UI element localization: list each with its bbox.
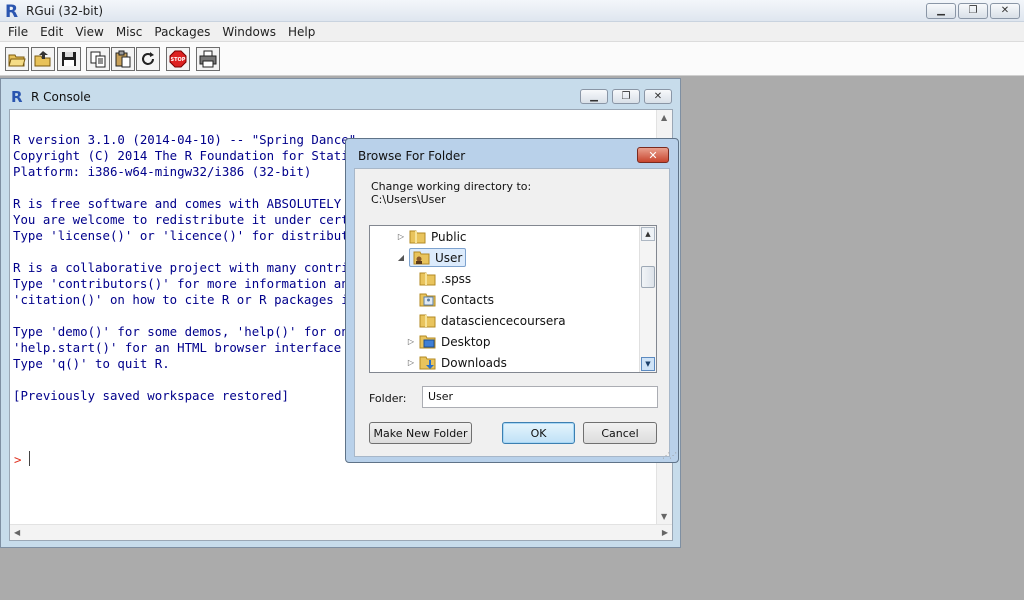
tree-item-label: Desktop bbox=[441, 334, 491, 349]
tree-item-spss[interactable]: .spss bbox=[406, 268, 471, 289]
cancel-button[interactable]: Cancel bbox=[583, 422, 657, 444]
scroll-left-arrow-icon[interactable]: ◀ bbox=[14, 528, 20, 537]
scroll-up-arrow-icon[interactable]: ▲ bbox=[661, 113, 667, 122]
tree-item-label: Contacts bbox=[441, 292, 494, 307]
scroll-down-arrow-icon[interactable]: ▼ bbox=[641, 357, 655, 371]
print-button[interactable] bbox=[196, 47, 220, 71]
folder-icon bbox=[409, 230, 426, 244]
load-workspace-icon bbox=[34, 51, 51, 67]
scroll-up-arrow-icon[interactable]: ▲ bbox=[641, 227, 655, 241]
tree-item-label: .spss bbox=[441, 271, 472, 286]
app-title: RGui (32-bit) bbox=[26, 4, 104, 18]
load-workspace-button[interactable] bbox=[31, 47, 55, 71]
tree-item-contacts[interactable]: Contacts bbox=[406, 289, 494, 310]
tree-item-user[interactable]: ◢ User bbox=[396, 247, 467, 268]
console-maximize-button[interactable]: ❐ bbox=[612, 89, 640, 104]
folder-field-label: Folder: bbox=[369, 392, 407, 405]
close-icon: ✕ bbox=[648, 148, 658, 162]
menu-misc[interactable]: Misc bbox=[110, 22, 149, 41]
toolbar: STOP bbox=[0, 42, 1024, 76]
menu-file[interactable]: File bbox=[2, 22, 34, 41]
paste-icon bbox=[115, 50, 131, 68]
scroll-right-arrow-icon[interactable]: ▶ bbox=[662, 528, 668, 537]
console-titlebar: R R Console ▁ ❐ ✕ bbox=[1, 79, 680, 111]
tree-item-label: Public bbox=[431, 229, 467, 244]
menu-packages[interactable]: Packages bbox=[148, 22, 216, 41]
minimize-icon: ▁ bbox=[590, 90, 598, 102]
minimize-button[interactable]: ▁ bbox=[926, 3, 956, 19]
text-cursor bbox=[29, 451, 30, 466]
svg-text:STOP: STOP bbox=[171, 57, 186, 63]
tree-item-downloads[interactable]: ▷ Downloads bbox=[406, 352, 507, 372]
tree-item-selection: User bbox=[409, 248, 467, 267]
tree-item-public[interactable]: ▷ Public bbox=[396, 226, 467, 247]
close-button[interactable]: ✕ bbox=[990, 3, 1020, 19]
folder-input[interactable]: User bbox=[422, 386, 658, 408]
refresh-icon bbox=[142, 52, 154, 65]
svg-text:R: R bbox=[11, 88, 23, 104]
restore-icon: ❐ bbox=[621, 90, 631, 102]
contacts-folder-icon bbox=[419, 293, 436, 307]
folder-icon bbox=[419, 314, 436, 328]
scroll-down-arrow-icon[interactable]: ▼ bbox=[661, 512, 667, 521]
printer-icon bbox=[199, 50, 217, 68]
tree-item-desktop[interactable]: ▷ Desktop bbox=[406, 331, 491, 352]
folder-tree[interactable]: ▷ Public ◢ User .spss Contacts datascien… bbox=[369, 225, 657, 373]
open-folder-icon bbox=[8, 54, 26, 67]
copy-button[interactable] bbox=[86, 47, 110, 71]
open-script-button[interactable] bbox=[5, 47, 29, 71]
collapse-icon[interactable]: ◢ bbox=[396, 253, 406, 262]
folder-icon bbox=[419, 272, 436, 286]
maximize-button[interactable]: ❐ bbox=[958, 3, 988, 19]
menu-windows[interactable]: Windows bbox=[216, 22, 282, 41]
stop-button[interactable]: STOP bbox=[166, 47, 190, 71]
desktop-folder-icon bbox=[419, 335, 436, 349]
console-title: R Console bbox=[31, 90, 91, 104]
user-folder-icon bbox=[413, 251, 430, 265]
downloads-folder-icon bbox=[419, 356, 436, 370]
floppy-disk-icon bbox=[62, 52, 76, 66]
restore-icon: ❐ bbox=[968, 5, 978, 16]
scrollbar-thumb[interactable] bbox=[641, 266, 655, 288]
tree-item-label: datasciencecoursera bbox=[441, 313, 566, 328]
expand-icon[interactable]: ▷ bbox=[396, 232, 406, 241]
console-prompt: > bbox=[14, 452, 22, 467]
app-titlebar: R RGui (32-bit) ▁ ❐ ✕ bbox=[0, 0, 1024, 22]
browse-for-folder-dialog: Browse For Folder ✕ Change working direc… bbox=[345, 138, 679, 463]
dialog-message: Change working directory to: C:\Users\Us… bbox=[371, 180, 531, 206]
dialog-message-path: C:\Users\User bbox=[371, 193, 446, 206]
menu-help[interactable]: Help bbox=[282, 22, 321, 41]
stop-sign-icon: STOP bbox=[169, 50, 187, 68]
expand-icon[interactable]: ▷ bbox=[406, 337, 416, 346]
r-logo-icon: R bbox=[5, 2, 18, 19]
expand-icon[interactable]: ▷ bbox=[406, 358, 416, 367]
console-horizontal-scrollbar[interactable]: ◀ ▶ bbox=[10, 524, 672, 540]
console-close-button[interactable]: ✕ bbox=[644, 89, 672, 104]
copy-paste-button[interactable] bbox=[136, 47, 160, 71]
tree-vertical-scrollbar[interactable]: ▲ ▼ bbox=[639, 226, 656, 372]
menu-edit[interactable]: Edit bbox=[34, 22, 69, 41]
make-new-folder-button[interactable]: Make New Folder bbox=[369, 422, 472, 444]
copy-icon bbox=[90, 51, 106, 68]
dialog-body: Change working directory to: C:\Users\Us… bbox=[354, 168, 670, 457]
paste-button[interactable] bbox=[111, 47, 135, 71]
minimize-icon: ▁ bbox=[937, 5, 945, 16]
ok-button[interactable]: OK bbox=[502, 422, 575, 444]
dialog-title: Browse For Folder bbox=[358, 149, 466, 163]
console-minimize-button[interactable]: ▁ bbox=[580, 89, 608, 104]
menubar: File Edit View Misc Packages Windows Hel… bbox=[0, 22, 1024, 42]
save-workspace-button[interactable] bbox=[57, 47, 81, 71]
close-icon: ✕ bbox=[1000, 5, 1010, 16]
tree-item-label: User bbox=[435, 250, 463, 265]
svg-text:R: R bbox=[5, 2, 18, 19]
r-logo-icon: R bbox=[11, 88, 23, 104]
tree-item-datasciencecoursera[interactable]: datasciencecoursera bbox=[406, 310, 566, 331]
tree-item-label: Downloads bbox=[441, 355, 507, 370]
close-icon: ✕ bbox=[653, 90, 663, 102]
dialog-close-button[interactable]: ✕ bbox=[637, 147, 669, 163]
resize-grip-icon[interactable]: ⋰⋰ bbox=[662, 451, 677, 460]
menu-view[interactable]: View bbox=[69, 22, 109, 41]
dialog-message-line1: Change working directory to: bbox=[371, 180, 532, 193]
